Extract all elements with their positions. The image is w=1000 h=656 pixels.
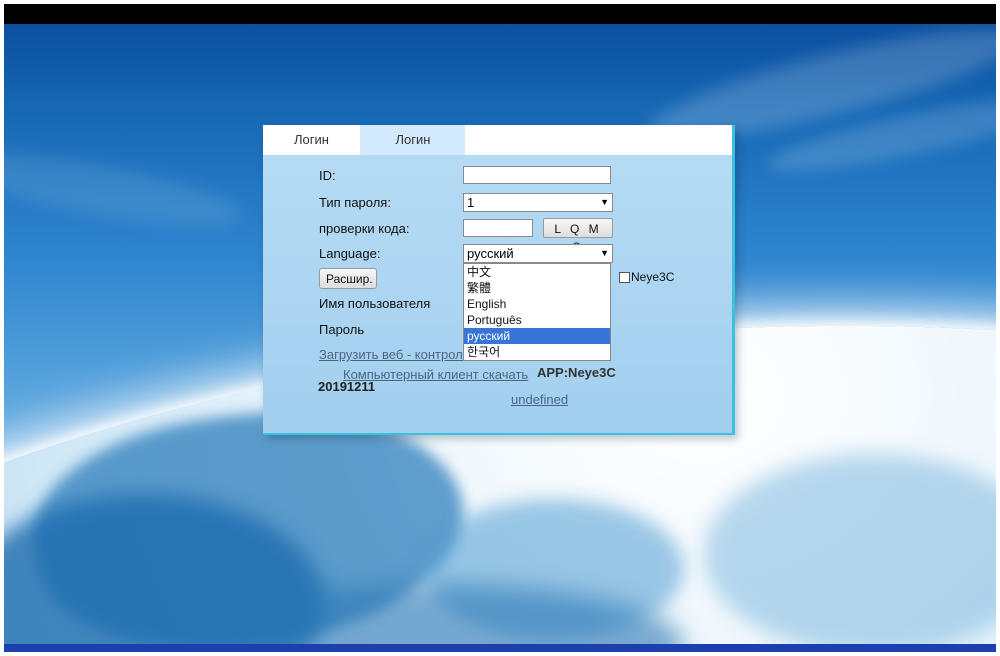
language-option-english[interactable]: English <box>464 296 610 312</box>
bottom-navy-bar <box>4 644 996 652</box>
version-label: 20191211 <box>318 379 376 394</box>
captcha-code-button[interactable]: L Q M S <box>543 218 613 254</box>
neye3c-checkbox[interactable] <box>619 271 630 283</box>
tab-bar: Логин Логин <box>263 125 732 155</box>
cloud-streak <box>4 138 247 240</box>
chevron-down-icon: ▼ <box>600 197 609 207</box>
neye3c-checkbox-label: Neye3C <box>631 270 675 284</box>
language-option-chinese-traditional[interactable]: 繁體 <box>464 280 610 296</box>
login-panel: Логин Логин ID: Тип пароля: 1 ▼ проверки… <box>263 125 735 435</box>
username-label: Имя пользователя <box>319 296 431 311</box>
language-option-chinese-simplified[interactable]: 中文 <box>464 264 610 280</box>
captcha-input[interactable] <box>463 219 533 237</box>
undefined-link[interactable]: undefined <box>511 392 568 407</box>
password-type-select[interactable]: 1 ▼ <box>463 193 613 212</box>
id-label: ID: <box>319 168 336 183</box>
captcha-label: проверки кода: <box>319 221 410 236</box>
language-select[interactable]: русский ▼ <box>463 244 613 263</box>
advanced-button[interactable]: Расшир. <box>319 268 377 289</box>
browser-top-bar <box>4 4 996 24</box>
tab-login-2[interactable]: Логин <box>361 125 465 155</box>
password-type-label: Тип пароля: <box>319 195 391 210</box>
login-form: ID: Тип пароля: 1 ▼ проверки кода: L Q M… <box>263 155 732 433</box>
screen: Логин Логин ID: Тип пароля: 1 ▼ проверки… <box>4 4 996 652</box>
language-label: Language: <box>319 246 381 261</box>
tab-login-1[interactable]: Логин <box>263 125 361 155</box>
language-option-portuguese[interactable]: Português <box>464 312 610 328</box>
app-name-label: APP:Neye3C <box>537 365 616 380</box>
password-type-value: 1 <box>467 195 475 210</box>
language-dropdown-list: 中文 繁體 English Português русский 한국어 <box>463 263 611 361</box>
web-control-download-link[interactable]: Загрузить веб - контроль <box>319 347 470 362</box>
neye3c-checkbox-row[interactable]: Neye3C <box>619 270 674 284</box>
password-label: Пароль <box>319 322 365 337</box>
chevron-down-icon: ▼ <box>600 248 609 258</box>
language-selected-value: русский <box>467 246 514 261</box>
id-input[interactable] <box>463 166 611 184</box>
language-option-korean[interactable]: 한국어 <box>464 344 610 360</box>
language-option-russian[interactable]: русский <box>464 328 610 344</box>
